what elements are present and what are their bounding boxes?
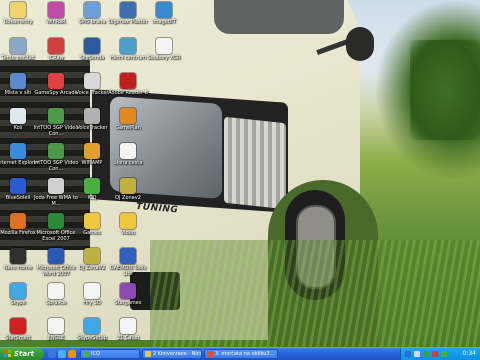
desktop-icon-label: DAEMON Tools Lite (109, 265, 147, 277)
text-document-icon (120, 318, 136, 334)
desktop-icon-label: Video (120, 230, 135, 236)
intoo-3gp-icon (48, 108, 64, 124)
voicetracker-icon (84, 108, 100, 124)
desktop-icon-label: DJ Zonav2 (115, 195, 141, 201)
desktop-icon-imagebit[interactable]: ImageBIT (141, 2, 187, 25)
desktop[interactable]: TUNING Dokumenty WinRaR SMS brana Digimax M… (0, 0, 480, 347)
taskbar-button-label: 3. morčata na obliku3... (215, 351, 275, 357)
voice-tracker-icon (84, 73, 100, 89)
show-desktop-icon[interactable] (48, 350, 56, 358)
intoo-3gp-icon (48, 143, 64, 159)
desktop-icon-label: 21 Čaluo (116, 335, 140, 341)
skypesetup-icon (84, 318, 100, 334)
skype-icon (10, 283, 26, 299)
desktop-icon-label: ImageBIT (152, 19, 176, 25)
desktop-icon-stargames[interactable]: Stargames (105, 283, 151, 306)
starsmart-icon (10, 318, 26, 334)
gameplan-icon (120, 108, 136, 124)
desktop-icon-daemon-tools[interactable]: DAEMON Tools Lite (105, 248, 151, 277)
my-computer-icon (10, 38, 26, 54)
digimax-icon (120, 2, 136, 18)
nero-icon (10, 248, 26, 264)
text-document-icon (156, 38, 172, 54)
security-icon[interactable] (432, 351, 438, 357)
wallpaper-grass (150, 240, 480, 347)
desktop-icon-dj-zonav2[interactable]: DJ Zonav2 (105, 178, 151, 201)
folder-icon (120, 213, 136, 229)
dj-zona-icon (120, 178, 136, 194)
folder-icon (84, 213, 100, 229)
wallpaper-bush (410, 40, 480, 140)
my-documents-icon (10, 2, 26, 18)
internet-explorer-icon (10, 143, 26, 159)
desktop-icon-soubory-xgr[interactable]: Soubory XGR (141, 38, 187, 61)
text-document-icon (120, 143, 136, 159)
icq-flower-icon (84, 178, 100, 194)
game-center-icon (120, 38, 136, 54)
icraw-icon (48, 38, 64, 54)
winrar-icon (48, 2, 64, 18)
desktop-icon-uloha-cesta[interactable]: úloha cesta (105, 143, 151, 166)
internet-explorer-icon[interactable] (58, 350, 66, 358)
bluetooth-icon[interactable] (405, 351, 411, 357)
game-icon (120, 283, 136, 299)
recycle-bin-icon (10, 108, 26, 124)
taskbar-button-label: ICQ (91, 351, 100, 357)
desktop-icon-label: úloha cesta (113, 160, 143, 166)
desktop-icon-21-cdlot[interactable]: 21 Čaluo (105, 318, 151, 341)
windows-flag-icon (4, 350, 12, 358)
desktop-icon-label: Stargames (114, 300, 142, 306)
desktop-icon-label: Adobe Reader 8 (108, 90, 148, 96)
daemon-tools-icon (120, 248, 136, 264)
firefox-icon (10, 213, 26, 229)
desktop-icon-label: GamePlan (115, 125, 141, 131)
clock[interactable]: 0:34 (463, 348, 476, 360)
wallpaper-indicator-lamp (224, 116, 286, 210)
network-icon[interactable] (423, 351, 429, 357)
text-document-icon (48, 318, 64, 334)
taskbar-button-label: 2 Konverzace - Nicol - ... (153, 351, 201, 357)
icq-flower-icon (83, 351, 89, 357)
winamp-icon (84, 143, 100, 159)
media-player-icon[interactable] (68, 350, 76, 358)
desktop-icon-gameplan[interactable]: GamePlan (105, 108, 151, 131)
excel-icon (48, 213, 64, 229)
sms-gateway-icon (84, 2, 100, 18)
system-tray: 0:34 (400, 348, 480, 360)
skysenda-icon (84, 38, 100, 54)
taskbar-button[interactable]: 3. morčata na obliku3... (204, 349, 278, 359)
joda-icon (48, 178, 64, 194)
start-label: Start (14, 350, 34, 358)
gamespy-icon (48, 73, 64, 89)
start-button[interactable]: Start (0, 348, 44, 360)
desktop-icon-label: Soubory XGR (147, 55, 181, 61)
bluesoleil-icon (10, 178, 26, 194)
wallpaper-mirror (346, 27, 374, 61)
adobe-reader-icon (120, 73, 136, 89)
volume-icon[interactable] (414, 351, 420, 357)
chat-window-icon (145, 351, 151, 357)
desktop-icon-adobe-reader[interactable]: Adobe Reader 8 (105, 73, 151, 96)
wallpaper-windshield (210, 0, 348, 38)
taskbar: Start ICQ 2 Konverzace - Nicol - ... 3. mo… (0, 347, 480, 360)
desktop-icon-video[interactable]: Video (105, 213, 151, 236)
network-places-icon (10, 73, 26, 89)
dj-zona-icon (84, 248, 100, 264)
imagebit-icon (156, 2, 172, 18)
taskbar-button[interactable]: ICQ (80, 349, 140, 359)
text-document-icon (48, 283, 64, 299)
word-icon (48, 248, 64, 264)
icq-tray-icon[interactable] (441, 351, 447, 357)
browser-window-icon (207, 351, 213, 357)
taskbar-button[interactable]: 2 Konverzace - Nicol - ... (142, 349, 202, 359)
text-document-icon (84, 283, 100, 299)
